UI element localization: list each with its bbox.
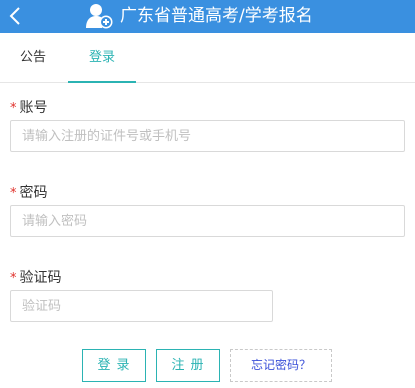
required-mark: * bbox=[10, 186, 17, 201]
captcha-input[interactable] bbox=[10, 290, 273, 322]
forgot-password-button[interactable]: 忘记密码？ bbox=[230, 349, 332, 382]
chevron-left-icon bbox=[9, 7, 20, 25]
tab-bar: 公告 登录 bbox=[0, 33, 415, 83]
account-label: * 账号 bbox=[10, 97, 48, 117]
account-input[interactable] bbox=[10, 120, 405, 152]
captcha-label: * 验证码 bbox=[10, 267, 62, 287]
back-button[interactable] bbox=[4, 2, 26, 30]
required-mark: * bbox=[10, 101, 17, 116]
required-mark: * bbox=[10, 271, 17, 286]
password-input[interactable] bbox=[10, 205, 405, 237]
tab-login[interactable]: 登录 bbox=[68, 33, 136, 83]
tab-notice[interactable]: 公告 bbox=[0, 33, 66, 82]
password-label: * 密码 bbox=[10, 182, 48, 202]
page-title: 广东省普通高考/学考报名 bbox=[120, 6, 313, 26]
password-label-text: 密码 bbox=[19, 185, 48, 201]
register-button[interactable]: 注册 bbox=[156, 349, 220, 382]
app-header: 广东省普通高考/学考报名 bbox=[0, 0, 415, 33]
user-add-icon bbox=[86, 4, 113, 29]
captcha-label-text: 验证码 bbox=[19, 270, 62, 286]
account-label-text: 账号 bbox=[19, 100, 48, 116]
login-button[interactable]: 登录 bbox=[82, 349, 146, 382]
